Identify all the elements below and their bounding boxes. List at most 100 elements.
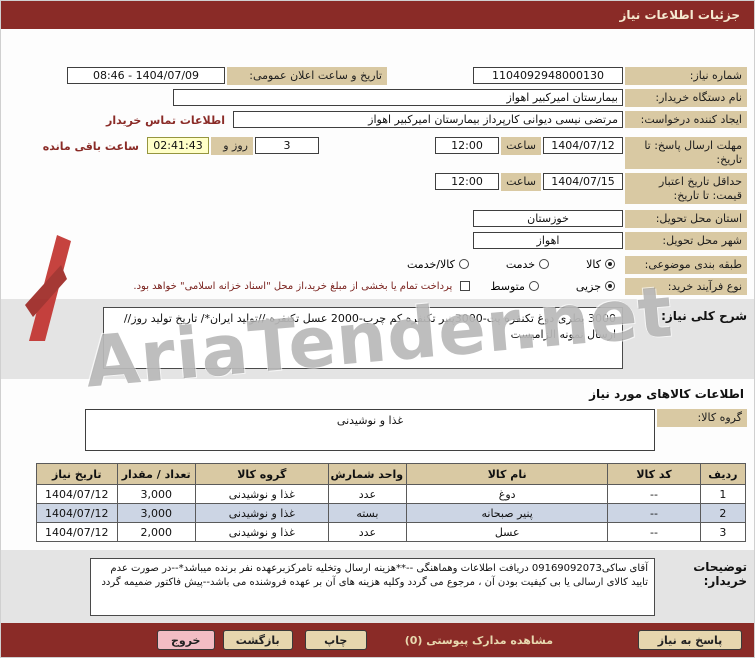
col-need-date: تاریخ نیاز [36,463,118,486]
cell-quantity: 3,000 [116,484,196,505]
col-goods-code: کد کالا [607,463,701,486]
cell-quantity: 2,000 [116,522,196,543]
radio-minor-icon[interactable] [605,281,615,291]
announce-datetime-value: 1404/07/09 - 08:46 [67,67,225,84]
option-medium-label: متوسط [490,279,525,293]
tender-detail-page: جزئیات اطلاعات نیاز شماره نیاز: 11040929… [0,0,755,658]
delivery-province-value: خوزستان [473,210,623,228]
table-header-row: ردیف کد کالا نام کالا واحد شمارش گروه کا… [36,463,747,486]
reply-to-need-button[interactable]: پاسخ به نیاز [638,630,742,650]
cell-unit: عدد [327,522,408,543]
option-service-label: خدمت [505,257,536,271]
cell-goods-group: غذا و نوشیدنی [194,484,329,505]
price-validity-date: 1404/07/15 [543,172,623,190]
radio-goods-service-icon[interactable] [458,259,469,270]
purchase-process-label: نوع فرآیند خرید: [625,277,747,296]
form-area: شماره نیاز: 1104092948000130 تاریخ و ساع… [1,67,754,296]
row-purchase-process: نوع فرآیند خرید: جزیی متوسط پرداخت تمام … [1,277,754,296]
table-row: 3 -- عسل عدد غذا و نوشیدنی 2,000 1404/07… [36,522,747,543]
row-goods-group: گروه کالا: غذا و نوشیدنی [1,409,754,452]
cell-goods-code: -- [607,484,701,505]
option-service[interactable]: خدمت [505,256,550,271]
cell-goods-group: غذا و نوشیدنی [194,503,329,524]
treasury-checkbox[interactable] [460,280,471,291]
cell-row-number: 2 [699,503,747,524]
row-request-creator: ایجاد کننده درخواست: مرتضی نیسی دیوانی ک… [1,110,754,129]
price-validity-time: 12:00 [435,172,499,190]
row-subject-category: طبقه بندی موضوعی: کالا خدمت کالا/خدمت [1,255,754,274]
cell-need-date: 1404/07/12 [36,522,118,543]
col-goods-group: گروه کالا [194,463,329,486]
cell-goods-name: دوغ [406,484,609,505]
cell-row-number: 1 [699,484,747,505]
announce-datetime-label: تاریخ و ساعت اعلان عمومی: [227,67,387,85]
buyer-contact-link[interactable]: اطلاعات تماس خریدار [106,111,225,127]
general-description-section: شرح کلی نیاز: 3000 بطری دوغ تکنفره پت-30… [1,299,754,380]
need-number-value: 1104092948000130 [473,67,623,84]
countdown-timer: 02:41:43 [147,137,209,155]
need-number-label: شماره نیاز: [625,67,747,85]
delivery-province-label: استان محل تحویل: [625,210,747,228]
days-remaining-value: 3 [255,137,319,155]
option-goods-label: کالا [586,257,601,271]
cell-need-date: 1404/07/12 [36,484,118,505]
table-row: 1 -- دوغ عدد غذا و نوشیدنی 3,000 1404/07… [36,484,747,505]
option-minor[interactable]: جزیی [576,278,615,293]
general-description-text: 3000 بطری دوغ تکنفره پت-3000پنیر تکنفره … [103,307,623,370]
request-creator-label: ایجاد کننده درخواست: [625,110,747,129]
buyer-org-label: نام دستگاه خریدار: [625,88,747,107]
buyer-org-value: بیمارستان امیرکبیر اهواز [173,88,623,106]
page-title: جزئیات اطلاعات نیاز [619,8,740,22]
buyer-notes-text: آقای ساکی09169092073 دریافت اطلاعات وهما… [90,558,655,617]
col-unit: واحد شمارش [327,463,408,486]
col-quantity: تعداد / مقدار [116,463,196,486]
exit-button[interactable]: خروج [156,630,215,650]
radio-service-icon[interactable] [539,259,550,270]
cell-row-number: 3 [699,522,747,543]
goods-group-value: غذا و نوشیدنی [85,409,655,452]
cell-goods-code: -- [607,503,701,524]
cell-unit: بسته [327,503,408,524]
row-price-validity: حداقل تاریخ اعتبار قیمت: تا تاریخ: 1404/… [1,172,754,205]
table-row: 2 -- پنیر صبحانه بسته غذا و نوشیدنی 3,00… [36,503,747,524]
general-description-label: شرح کلی نیاز: [661,309,747,324]
reply-deadline-date: 1404/07/12 [543,137,623,155]
option-minor-label: جزیی [575,279,601,293]
row-buyer-org: نام دستگاه خریدار: بیمارستان امیرکبیر اه… [1,88,754,107]
request-creator-value: مرتضی نیسی دیوانی کارپرداز بیمارستان امی… [233,110,623,128]
delivery-city-value: اهواز [473,232,623,249]
goods-group-label: گروه کالا: [657,409,747,427]
buyer-notes-section: توضیحات خریدار: آقای ساکی09169092073 دری… [1,550,754,625]
header-bar: جزئیات اطلاعات نیاز [1,1,754,29]
back-button[interactable]: بازگشت [222,630,293,650]
row-need-number: شماره نیاز: 1104092948000130 تاریخ و ساع… [1,67,754,85]
cell-need-date: 1404/07/12 [36,503,118,524]
treasury-note: پرداخت تمام یا بخشی از مبلغ خرید،از محل … [133,280,453,292]
remaining-label: ساعت باقی مانده [42,140,139,154]
option-goods-service-label: کالا/خدمت [407,257,455,271]
cell-goods-group: غذا و نوشیدنی [194,522,329,543]
cell-goods-name: عسل [406,522,609,543]
radio-goods-icon[interactable] [605,259,615,270]
goods-section-title: اطلاعات کالاهای مورد نیاز [589,387,744,402]
option-goods[interactable]: کالا [586,256,615,271]
cell-quantity: 3,000 [116,503,196,524]
delivery-city-label: شهر محل تحویل: [625,232,747,250]
row-delivery-province: استان محل تحویل: خوزستان [1,210,754,228]
days-label: روز و [211,137,253,155]
subject-category-label: طبقه بندی موضوعی: [625,255,747,274]
cell-goods-name: پنیر صبحانه [406,503,609,524]
validity-hour-label: ساعت [501,172,541,191]
cell-unit: عدد [327,484,408,505]
option-goods-service[interactable]: کالا/خدمت [407,256,469,271]
col-goods-name: نام کالا [406,463,609,486]
price-validity-label: حداقل تاریخ اعتبار قیمت: تا تاریخ: [625,172,747,205]
footer-bar: پاسخ به نیاز مشاهده مدارک پیوستی (0) چاپ… [1,623,754,657]
col-row-number: ردیف [699,463,747,486]
buyer-notes-label: توضیحات خریدار: [693,560,747,589]
row-delivery-city: شهر محل تحویل: اهواز [1,232,754,250]
print-button[interactable]: چاپ [304,630,367,650]
radio-medium-icon[interactable] [528,281,539,291]
option-medium[interactable]: متوسط [490,278,539,293]
view-attachments-link[interactable]: مشاهده مدارک پیوستی (0) [405,634,553,647]
